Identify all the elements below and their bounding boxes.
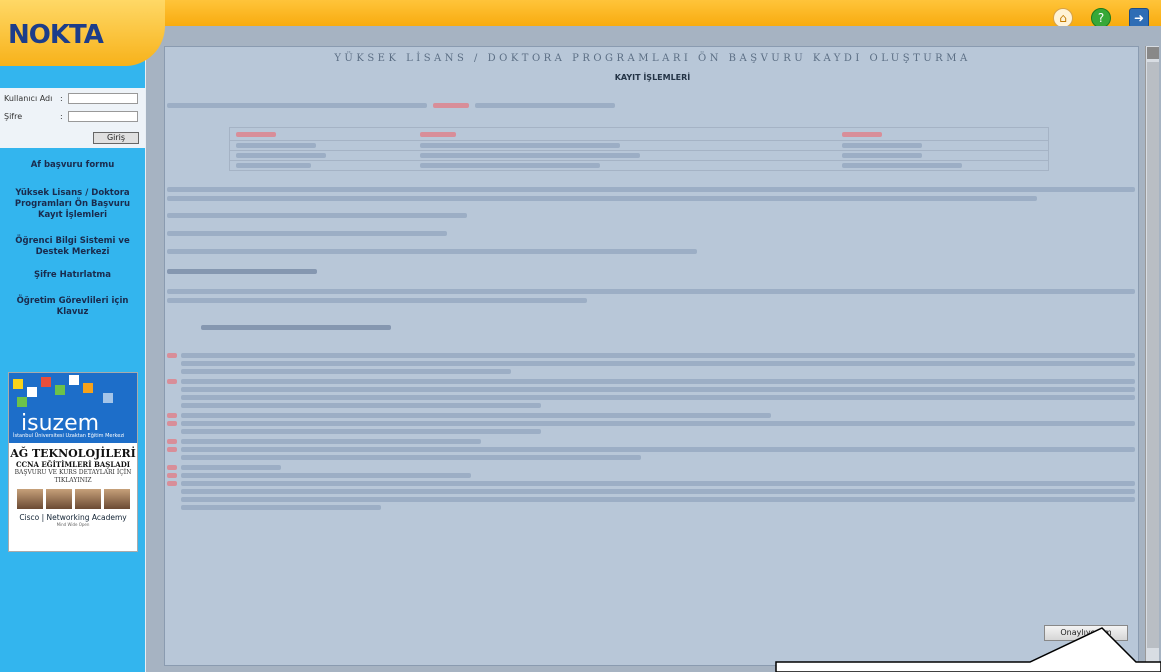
password-label: Şifre: [4, 112, 23, 121]
ad-cta: BAŞVURU VE KURS DETAYLARI İÇİN TIKLAYINI…: [14, 469, 132, 484]
scroll-thumb[interactable]: [1147, 62, 1159, 648]
home-icon[interactable]: ⌂: [1053, 8, 1073, 28]
ad-headline: AĞ TEKNOLOJİLERİ: [10, 447, 136, 460]
confirm-button[interactable]: Onaylıyorum: [1044, 625, 1128, 641]
top-icons: ⌂ ? ➜: [1053, 8, 1149, 28]
logo-text: NOKTA: [8, 20, 104, 50]
ad-photo: [45, 489, 72, 509]
username-label: Kullanıcı Adı: [4, 94, 53, 103]
vertical-scrollbar[interactable]: [1145, 46, 1159, 666]
sidebar-item-klavuz[interactable]: Öğretim Görevlileri için Klavuz: [0, 296, 145, 318]
sidebar-item-obs-destek[interactable]: Öğrenci Bilgi Sistemi ve Destek Merkezi: [0, 236, 145, 258]
login-button[interactable]: Giriş: [93, 132, 139, 144]
username-separator: :: [60, 94, 63, 103]
sidebar-item-lisansustu-kayit[interactable]: Yüksek Lisans / Doktora Programları Ön B…: [0, 188, 145, 221]
page-subtitle: KAYIT İŞLEMLERİ: [614, 73, 691, 82]
help-icon[interactable]: ?: [1091, 8, 1111, 28]
ad-brand-subtitle: İstanbul Üniversitesi Uzaktan Eğitim Mer…: [13, 433, 125, 439]
contact-table: [229, 127, 1049, 171]
blurred-text: [167, 103, 427, 108]
password-input[interactable]: [68, 111, 138, 122]
content-panel: YÜKSEK LİSANS / DOKTORA PROGRAMLARI ÖN B…: [164, 46, 1139, 666]
scroll-up-arrow-icon[interactable]: [1147, 47, 1159, 59]
page-title: YÜKSEK LİSANS / DOKTORA PROGRAMLARI ÖN B…: [334, 53, 971, 64]
sidebar-item-sifre[interactable]: Şifre Hatırlatma: [0, 270, 145, 281]
ad-partner: Cisco | Networking Academy: [19, 513, 127, 522]
ad-photo: [16, 489, 43, 509]
ad-subheadline: CCNA EĞİTİMLERİ BAŞLADI: [15, 460, 131, 469]
ad-partner-sub: Mind Wide Open: [56, 522, 90, 527]
sidebar-item-af-basvuru[interactable]: Af başvuru formu: [0, 160, 145, 171]
main-frame: YÜKSEK LİSANS / DOKTORA PROGRAMLARI ÖN B…: [146, 26, 1161, 672]
logo[interactable]: NOKTA: [0, 0, 165, 66]
ad-photo: [103, 489, 130, 509]
ad-photos: [9, 489, 137, 509]
login-form: Kullanıcı Adı : Şifre : Giriş: [0, 88, 145, 148]
ad-photo: [74, 489, 101, 509]
isuzem-ad-banner[interactable]: isuzem İstanbul Üniversitesi Uzaktan Eği…: [8, 372, 138, 552]
blurred-text: [475, 103, 615, 108]
username-input[interactable]: [68, 93, 138, 104]
sidebar: Kullanıcı Adı : Şifre : Giriş Af başvuru…: [0, 0, 145, 672]
ad-brand-area: isuzem İstanbul Üniversitesi Uzaktan Eği…: [9, 373, 137, 443]
password-separator: :: [60, 112, 63, 121]
blurred-text: [433, 103, 469, 108]
exit-icon[interactable]: ➜: [1129, 8, 1149, 28]
